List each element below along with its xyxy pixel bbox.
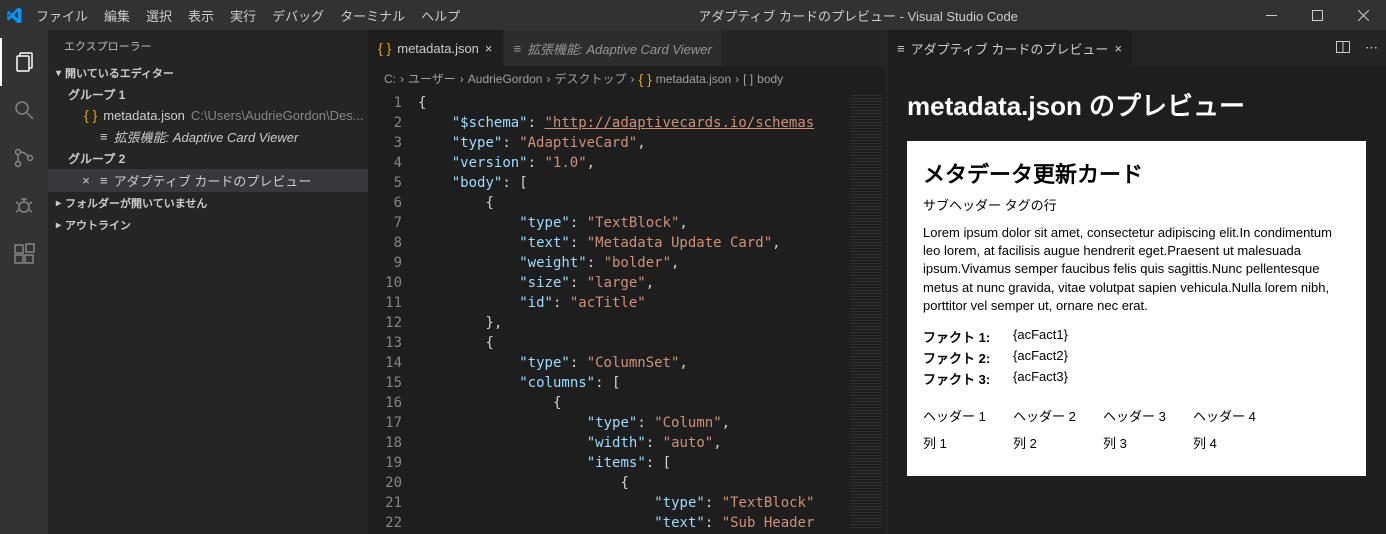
file-path: C:\Users\AudrieGordon\Des... [191,108,364,123]
group-2-label: グループ 2 [48,148,368,169]
code-editor[interactable]: 12345678910111213141516171819202122 { "$… [368,91,886,534]
chevron-down-icon: ▾ [56,68,61,79]
chevron-right-icon: ▸ [56,198,61,209]
split-editor-icon[interactable] [1335,39,1351,58]
menu-help[interactable]: ヘルプ [413,0,468,30]
open-editors-section[interactable]: ▾開いているエディター [48,62,368,84]
source-control-icon[interactable] [0,134,48,182]
line-numbers: 12345678910111213141516171819202122 [368,91,418,534]
open-editor-metadata-json[interactable]: { } metadata.json C:\Users\AudrieGordon\… [48,105,368,125]
menu-bar: ファイル 編集 選択 表示 実行 デバッグ ターミナル ヘルプ [28,0,468,30]
window-title: アダプティブ カードのプレビュー - Visual Studio Code [468,6,1248,25]
preview-tab[interactable]: ≡ アダプティブ カードのプレビュー × [887,30,1132,66]
sidebar-title: エクスプローラー [48,30,368,62]
card-body-text: Lorem ipsum dolor sit amet, consectetur … [923,224,1350,315]
group-1-label: グループ 1 [48,84,368,105]
explorer-icon[interactable] [0,38,48,86]
menu-debug[interactable]: デバッグ [264,0,332,30]
no-folder-section[interactable]: ▸フォルダーが開いていません [48,192,368,214]
adaptive-card: メタデータ更新カード サブヘッダー タグの行 Lorem ipsum dolor… [907,141,1366,476]
menu-terminal[interactable]: ターミナル [332,0,413,30]
preview-icon: ≡ [100,129,108,144]
preview-heading: metadata.json のプレビュー [907,86,1366,123]
close-icon[interactable]: × [485,41,493,56]
editor-area: { } metadata.json × ≡ 拡張機能: Adaptive Car… [368,30,886,534]
titlebar: ファイル 編集 選択 表示 実行 デバッグ ターミナル ヘルプ アダプティブ カ… [0,0,1386,30]
more-icon[interactable]: ⋯ [1365,40,1378,56]
tab-label: metadata.json [397,41,479,56]
card-subheader: サブヘッダー タグの行 [923,195,1350,214]
vscode-logo-icon [0,0,28,30]
chevron-right-icon: ▸ [56,220,61,231]
activity-bar [0,30,48,534]
breadcrumb[interactable]: C: › ユーザー › AudrieGordon › デスクトップ › { } … [368,66,886,91]
tab-extension[interactable]: ≡ 拡張機能: Adaptive Card Viewer [504,30,723,66]
close-button[interactable] [1340,0,1386,30]
table-row: 列 1 列 2 列 3 列 4 [923,433,1350,452]
preview-icon: ≡ [897,41,905,56]
file-name: アダプティブ カードのプレビュー [114,171,312,190]
fact-row: ファクト 2:{acFact2} [923,348,1350,367]
preview-icon: ≡ [100,173,108,188]
fact-row: ファクト 3:{acFact3} [923,369,1350,388]
card-table: ヘッダー 1 ヘッダー 2 ヘッダー 3 ヘッダー 4 列 1 列 2 列 3 … [923,406,1350,452]
maximize-button[interactable] [1294,0,1340,30]
json-file-icon: { } [84,107,97,123]
search-icon[interactable] [0,86,48,134]
preview-icon: ≡ [514,41,522,56]
preview-pane: ≡ アダプティブ カードのプレビュー × ⋯ metadata.json のプレ… [886,30,1386,534]
open-editor-extension[interactable]: ≡ 拡張機能: Adaptive Card Viewer [48,125,368,148]
menu-file[interactable]: ファイル [28,0,96,30]
window-controls [1248,0,1386,30]
table-header-row: ヘッダー 1 ヘッダー 2 ヘッダー 3 ヘッダー 4 [923,406,1350,425]
file-name: 拡張機能: Adaptive Card Viewer [114,127,299,146]
open-editor-preview[interactable]: × ≡ アダプティブ カードのプレビュー [48,169,368,192]
debug-icon[interactable] [0,182,48,230]
card-title: メタデータ更新カード [923,157,1350,189]
json-file-icon: { } [378,40,391,56]
code-content[interactable]: { "$schema": "http://adaptivecards.io/sc… [418,91,846,534]
tab-label: 拡張機能: Adaptive Card Viewer [527,39,712,58]
file-name: metadata.json [103,108,185,123]
menu-selection[interactable]: 選択 [138,0,180,30]
menu-edit[interactable]: 編集 [96,0,138,30]
minimize-button[interactable] [1248,0,1294,30]
preview-content: metadata.json のプレビュー メタデータ更新カード サブヘッダー タ… [887,66,1386,534]
tab-label: アダプティブ カードのプレビュー [911,39,1109,58]
editor-tabs: { } metadata.json × ≡ 拡張機能: Adaptive Car… [368,30,886,66]
menu-view[interactable]: 表示 [180,0,222,30]
minimap[interactable] [846,91,886,534]
outline-section[interactable]: ▸アウトライン [48,214,368,236]
menu-run[interactable]: 実行 [222,0,264,30]
sidebar: エクスプローラー ▾開いているエディター グループ 1 { } metadata… [48,30,368,534]
fact-row: ファクト 1:{acFact1} [923,327,1350,346]
close-icon[interactable]: × [78,173,94,188]
preview-actions: ⋯ [1327,30,1386,66]
close-icon[interactable]: × [1114,41,1122,56]
tab-metadata-json[interactable]: { } metadata.json × [368,30,504,66]
extensions-icon[interactable] [0,230,48,278]
